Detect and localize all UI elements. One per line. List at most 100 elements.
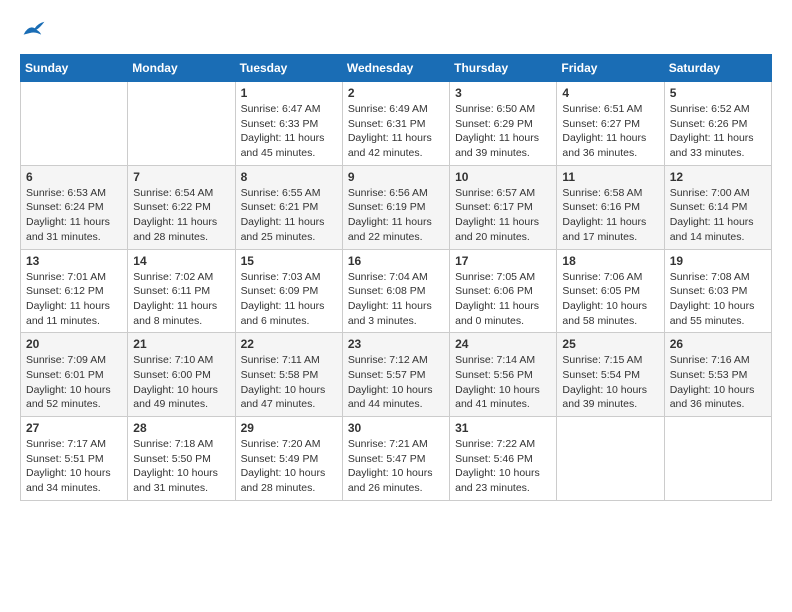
day-info: Sunrise: 7:02 AM Sunset: 6:11 PM Dayligh… [133, 270, 229, 329]
logo-bird-icon [22, 20, 46, 38]
day-number: 3 [455, 86, 551, 100]
sunrise-text: Sunrise: 6:54 AM [133, 187, 213, 199]
day-number: 26 [670, 337, 766, 351]
calendar-cell: 12 Sunrise: 7:00 AM Sunset: 6:14 PM Dayl… [664, 165, 771, 249]
calendar-cell: 27 Sunrise: 7:17 AM Sunset: 5:51 PM Dayl… [21, 417, 128, 501]
day-number: 22 [241, 337, 337, 351]
day-of-week-header: Wednesday [342, 55, 449, 82]
day-number: 20 [26, 337, 122, 351]
daylight-text: Daylight: 11 hours and 3 minutes. [348, 300, 432, 327]
sunrise-text: Sunrise: 7:17 AM [26, 438, 106, 450]
sunrise-text: Sunrise: 6:56 AM [348, 187, 428, 199]
day-number: 17 [455, 254, 551, 268]
calendar-cell: 24 Sunrise: 7:14 AM Sunset: 5:56 PM Dayl… [450, 333, 557, 417]
calendar-cell: 8 Sunrise: 6:55 AM Sunset: 6:21 PM Dayli… [235, 165, 342, 249]
sunset-text: Sunset: 6:19 PM [348, 201, 426, 213]
day-of-week-header: Sunday [21, 55, 128, 82]
day-number: 5 [670, 86, 766, 100]
daylight-text: Daylight: 10 hours and 44 minutes. [348, 384, 433, 411]
sunset-text: Sunset: 6:11 PM [133, 285, 210, 297]
calendar-cell: 31 Sunrise: 7:22 AM Sunset: 5:46 PM Dayl… [450, 417, 557, 501]
day-info: Sunrise: 7:18 AM Sunset: 5:50 PM Dayligh… [133, 437, 229, 496]
sunrise-text: Sunrise: 6:49 AM [348, 103, 428, 115]
day-number: 24 [455, 337, 551, 351]
daylight-text: Daylight: 10 hours and 39 minutes. [562, 384, 647, 411]
daylight-text: Daylight: 11 hours and 17 minutes. [562, 216, 646, 243]
sunrise-text: Sunrise: 7:11 AM [241, 354, 320, 366]
sunset-text: Sunset: 5:53 PM [670, 369, 748, 381]
calendar-cell: 11 Sunrise: 6:58 AM Sunset: 6:16 PM Dayl… [557, 165, 664, 249]
sunrise-text: Sunrise: 7:03 AM [241, 271, 321, 283]
sunrise-text: Sunrise: 7:12 AM [348, 354, 428, 366]
day-number: 14 [133, 254, 229, 268]
sunrise-text: Sunrise: 7:08 AM [670, 271, 750, 283]
day-info: Sunrise: 7:04 AM Sunset: 6:08 PM Dayligh… [348, 270, 444, 329]
sunset-text: Sunset: 6:17 PM [455, 201, 533, 213]
sunrise-text: Sunrise: 7:15 AM [562, 354, 642, 366]
daylight-text: Daylight: 11 hours and 20 minutes. [455, 216, 539, 243]
day-number: 7 [133, 170, 229, 184]
day-number: 1 [241, 86, 337, 100]
daylight-text: Daylight: 11 hours and 6 minutes. [241, 300, 325, 327]
sunrise-text: Sunrise: 6:58 AM [562, 187, 642, 199]
daylight-text: Daylight: 10 hours and 34 minutes. [26, 467, 111, 494]
calendar-cell: 7 Sunrise: 6:54 AM Sunset: 6:22 PM Dayli… [128, 165, 235, 249]
day-number: 15 [241, 254, 337, 268]
daylight-text: Daylight: 11 hours and 11 minutes. [26, 300, 110, 327]
sunset-text: Sunset: 6:22 PM [133, 201, 211, 213]
day-number: 8 [241, 170, 337, 184]
daylight-text: Daylight: 11 hours and 45 minutes. [241, 132, 325, 159]
sunset-text: Sunset: 6:08 PM [348, 285, 426, 297]
sunrise-text: Sunrise: 7:00 AM [670, 187, 750, 199]
sunrise-text: Sunrise: 6:50 AM [455, 103, 535, 115]
day-info: Sunrise: 6:50 AM Sunset: 6:29 PM Dayligh… [455, 102, 551, 161]
sunrise-text: Sunrise: 7:10 AM [133, 354, 213, 366]
day-number: 29 [241, 421, 337, 435]
calendar-cell: 23 Sunrise: 7:12 AM Sunset: 5:57 PM Dayl… [342, 333, 449, 417]
sunset-text: Sunset: 6:00 PM [133, 369, 211, 381]
day-info: Sunrise: 7:00 AM Sunset: 6:14 PM Dayligh… [670, 186, 766, 245]
day-info: Sunrise: 7:17 AM Sunset: 5:51 PM Dayligh… [26, 437, 122, 496]
calendar-cell: 3 Sunrise: 6:50 AM Sunset: 6:29 PM Dayli… [450, 82, 557, 166]
sunset-text: Sunset: 6:21 PM [241, 201, 319, 213]
sunset-text: Sunset: 5:49 PM [241, 453, 319, 465]
calendar-week-row: 6 Sunrise: 6:53 AM Sunset: 6:24 PM Dayli… [21, 165, 772, 249]
day-number: 10 [455, 170, 551, 184]
calendar-cell [557, 417, 664, 501]
page-header [20, 20, 772, 38]
day-number: 18 [562, 254, 658, 268]
calendar-cell: 5 Sunrise: 6:52 AM Sunset: 6:26 PM Dayli… [664, 82, 771, 166]
day-info: Sunrise: 6:53 AM Sunset: 6:24 PM Dayligh… [26, 186, 122, 245]
day-number: 6 [26, 170, 122, 184]
sunrise-text: Sunrise: 7:20 AM [241, 438, 321, 450]
calendar-cell [664, 417, 771, 501]
sunset-text: Sunset: 6:03 PM [670, 285, 748, 297]
day-info: Sunrise: 7:14 AM Sunset: 5:56 PM Dayligh… [455, 353, 551, 412]
day-number: 12 [670, 170, 766, 184]
sunrise-text: Sunrise: 7:22 AM [455, 438, 535, 450]
day-info: Sunrise: 6:58 AM Sunset: 6:16 PM Dayligh… [562, 186, 658, 245]
day-info: Sunrise: 7:10 AM Sunset: 6:00 PM Dayligh… [133, 353, 229, 412]
day-number: 9 [348, 170, 444, 184]
day-info: Sunrise: 7:05 AM Sunset: 6:06 PM Dayligh… [455, 270, 551, 329]
calendar-cell [128, 82, 235, 166]
sunrise-text: Sunrise: 6:57 AM [455, 187, 535, 199]
sunrise-text: Sunrise: 7:21 AM [348, 438, 428, 450]
day-info: Sunrise: 6:55 AM Sunset: 6:21 PM Dayligh… [241, 186, 337, 245]
sunset-text: Sunset: 5:57 PM [348, 369, 426, 381]
day-number: 28 [133, 421, 229, 435]
daylight-text: Daylight: 11 hours and 31 minutes. [26, 216, 110, 243]
sunrise-text: Sunrise: 7:04 AM [348, 271, 428, 283]
day-number: 13 [26, 254, 122, 268]
sunset-text: Sunset: 6:14 PM [670, 201, 748, 213]
calendar-cell: 29 Sunrise: 7:20 AM Sunset: 5:49 PM Dayl… [235, 417, 342, 501]
calendar-week-row: 27 Sunrise: 7:17 AM Sunset: 5:51 PM Dayl… [21, 417, 772, 501]
daylight-text: Daylight: 10 hours and 28 minutes. [241, 467, 326, 494]
day-info: Sunrise: 7:06 AM Sunset: 6:05 PM Dayligh… [562, 270, 658, 329]
calendar-cell: 26 Sunrise: 7:16 AM Sunset: 5:53 PM Dayl… [664, 333, 771, 417]
sunrise-text: Sunrise: 7:16 AM [670, 354, 750, 366]
day-of-week-header: Thursday [450, 55, 557, 82]
day-info: Sunrise: 7:20 AM Sunset: 5:49 PM Dayligh… [241, 437, 337, 496]
day-info: Sunrise: 7:03 AM Sunset: 6:09 PM Dayligh… [241, 270, 337, 329]
day-number: 11 [562, 170, 658, 184]
